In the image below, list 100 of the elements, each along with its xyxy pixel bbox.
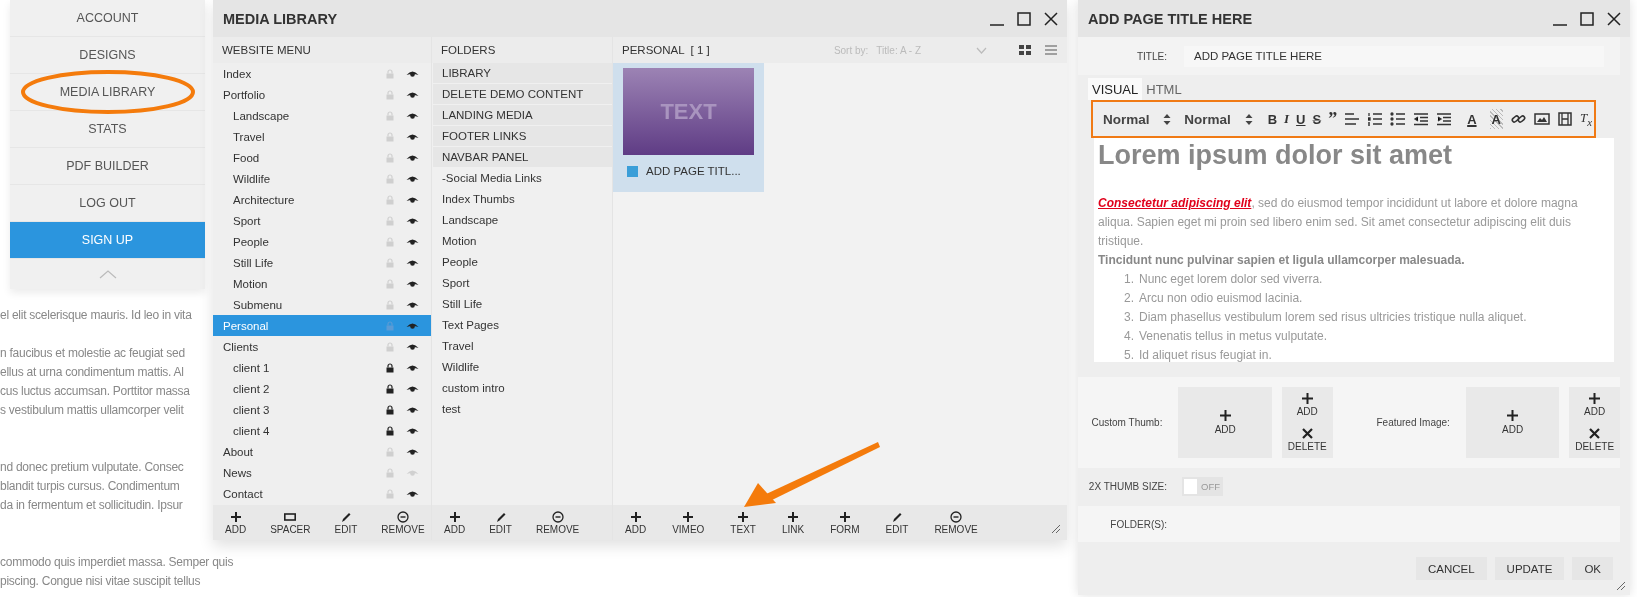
- eye-icon[interactable]: [406, 363, 419, 372]
- delete-button[interactable]: DELETE: [1287, 428, 1327, 453]
- folder-item[interactable]: NAVBAR PANEL: [433, 147, 612, 167]
- menu-tree-item[interactable]: About: [213, 441, 431, 462]
- delete-button[interactable]: DELETE: [1575, 428, 1615, 453]
- eye-icon[interactable]: [406, 426, 419, 435]
- menu-tree-item[interactable]: Still Life: [213, 252, 431, 273]
- menu-tree-item[interactable]: Motion: [213, 273, 431, 294]
- format-select[interactable]: Normal: [1103, 111, 1172, 127]
- editor-tab[interactable]: VISUAL: [1088, 78, 1143, 100]
- menu-item[interactable]: MEDIA LIBRARY: [10, 74, 205, 110]
- eye-icon[interactable]: [406, 132, 419, 141]
- eye-icon[interactable]: [406, 153, 419, 162]
- folder-item[interactable]: DELETE DEMO CONTENT: [433, 84, 612, 104]
- format-select[interactable]: Normal: [1184, 111, 1253, 127]
- eye-icon[interactable]: [406, 237, 419, 246]
- menu-item[interactable]: LOG OUT: [10, 185, 205, 221]
- eye-icon[interactable]: [406, 489, 419, 498]
- resize-grip-icon[interactable]: [1616, 581, 1626, 591]
- grid-view-icon[interactable]: [1019, 45, 1031, 55]
- title-field[interactable]: ADD PAGE TITLE HERE: [1184, 45, 1604, 67]
- toolbar-pencil-button[interactable]: EDIT: [485, 508, 516, 537]
- plus-icon: [838, 510, 851, 523]
- menu-tree-item[interactable]: People: [213, 231, 431, 252]
- toolbar-plus-button[interactable]: ADD: [221, 508, 251, 537]
- lock-icon[interactable]: [386, 383, 394, 394]
- menu-tree-item[interactable]: Food: [213, 147, 431, 168]
- menu-tree-item[interactable]: Clients: [213, 336, 431, 357]
- italic-button[interactable]: I: [1282, 109, 1292, 129]
- dialog-button[interactable]: CANCEL: [1415, 557, 1487, 580]
- folder-item[interactable]: LANDING MEDIA: [433, 105, 612, 125]
- toolbar-pencil-button[interactable]: EDIT: [881, 508, 913, 537]
- dialog-button[interactable]: UPDATE: [1494, 557, 1565, 580]
- bold-button[interactable]: B: [1265, 109, 1280, 129]
- eye-icon[interactable]: [406, 174, 419, 183]
- eye-icon[interactable]: [406, 405, 419, 414]
- eye-icon[interactable]: [406, 447, 419, 456]
- toolbar-minus-circle-button[interactable]: REMOVE: [531, 508, 584, 537]
- close-button[interactable]: [1605, 10, 1622, 27]
- add-image-button[interactable]: ADD: [1465, 387, 1560, 458]
- eye-icon[interactable]: [406, 300, 419, 309]
- menu-tree-item[interactable]: Landscape: [213, 105, 431, 126]
- clean-button[interactable]: T$_{x}$: [1577, 109, 1594, 129]
- menu-tree-item[interactable]: client 4: [213, 420, 431, 441]
- toolbar-minus-circle-button[interactable]: REMOVE: [930, 508, 982, 537]
- dialog-button[interactable]: OK: [1572, 557, 1613, 580]
- font-color-button[interactable]: A: [1465, 109, 1479, 129]
- menu-tree-item[interactable]: client 1: [213, 357, 431, 378]
- lock-icon[interactable]: [386, 362, 394, 373]
- eye-icon[interactable]: [406, 384, 419, 393]
- add-image-button[interactable]: ADD: [1178, 387, 1272, 458]
- close-button[interactable]: [1042, 10, 1059, 27]
- eye-icon[interactable]: [406, 111, 419, 120]
- add-button[interactable]: ADD: [1296, 392, 1318, 417]
- media-card[interactable]: TEXT ADD PAGE TITL...: [613, 63, 764, 192]
- toolbar-minus-circle-button[interactable]: REMOVE: [377, 508, 429, 537]
- menu-item[interactable]: DESIGNS: [10, 37, 205, 73]
- lock-icon[interactable]: [386, 404, 394, 415]
- minus-circle-icon: [551, 510, 564, 523]
- menu-item[interactable]: ACCOUNT: [10, 0, 205, 36]
- maximize-button[interactable]: [1578, 10, 1595, 27]
- eye-icon[interactable]: [406, 342, 419, 351]
- menu-tree-item[interactable]: client 2: [213, 378, 431, 399]
- editor-content[interactable]: [1094, 138, 1614, 362]
- field-label: Custom Thumb:: [1090, 417, 1163, 428]
- lock-icon[interactable]: [386, 425, 394, 436]
- menu-tree-item[interactable]: client 3: [213, 399, 431, 420]
- menu-tree-item[interactable]: Architecture: [213, 189, 431, 210]
- menu-tree-item[interactable]: Index: [213, 63, 431, 84]
- toolbar-pencil-button[interactable]: EDIT: [330, 508, 362, 537]
- menu-tree-item[interactable]: Travel: [213, 126, 431, 147]
- add-button[interactable]: ADD: [1584, 392, 1606, 417]
- toolbar-plus-button[interactable]: ADD: [440, 508, 470, 537]
- menu-tree-item[interactable]: Submenu: [213, 294, 431, 315]
- toolbar-plus-button[interactable]: FORM: [826, 508, 864, 537]
- editor-tab[interactable]: HTML: [1142, 78, 1186, 100]
- eye-icon[interactable]: [406, 69, 419, 78]
- quote-button[interactable]: ”: [1326, 109, 1340, 129]
- folder-item[interactable]: FOOTER LINKS: [433, 126, 612, 146]
- menu-tree-item[interactable]: Sport: [213, 210, 431, 231]
- menu-tree-item[interactable]: Portfolio: [213, 84, 431, 105]
- toolbar-spacer-button[interactable]: SPACER: [266, 508, 315, 537]
- eye-icon[interactable]: [406, 258, 419, 267]
- toolbar-plus-button[interactable]: VIMEO: [668, 508, 709, 537]
- menu-tree-item[interactable]: Wildlife: [213, 168, 431, 189]
- folder-item[interactable]: LIBRARY: [433, 63, 612, 83]
- toolbar-plus-button[interactable]: TEXT: [726, 508, 760, 537]
- eye-icon[interactable]: [406, 90, 419, 99]
- maximize-button[interactable]: [1015, 10, 1032, 27]
- eye-icon[interactable]: [406, 216, 419, 225]
- eye-icon[interactable]: [406, 195, 419, 204]
- background-color-button[interactable]: A: [1489, 109, 1503, 129]
- underline-button[interactable]: U: [1294, 109, 1308, 129]
- eye-icon[interactable]: [406, 279, 419, 288]
- menu-tree-item[interactable]: Contact: [213, 483, 431, 504]
- resize-grip-icon[interactable]: [1051, 524, 1061, 534]
- menu-item[interactable]: PDF BUILDER: [10, 148, 205, 184]
- menu-item[interactable]: STATS: [10, 111, 205, 147]
- toolbar-plus-button[interactable]: ADD: [621, 508, 651, 537]
- toolbar-plus-button[interactable]: LINK: [777, 508, 809, 537]
